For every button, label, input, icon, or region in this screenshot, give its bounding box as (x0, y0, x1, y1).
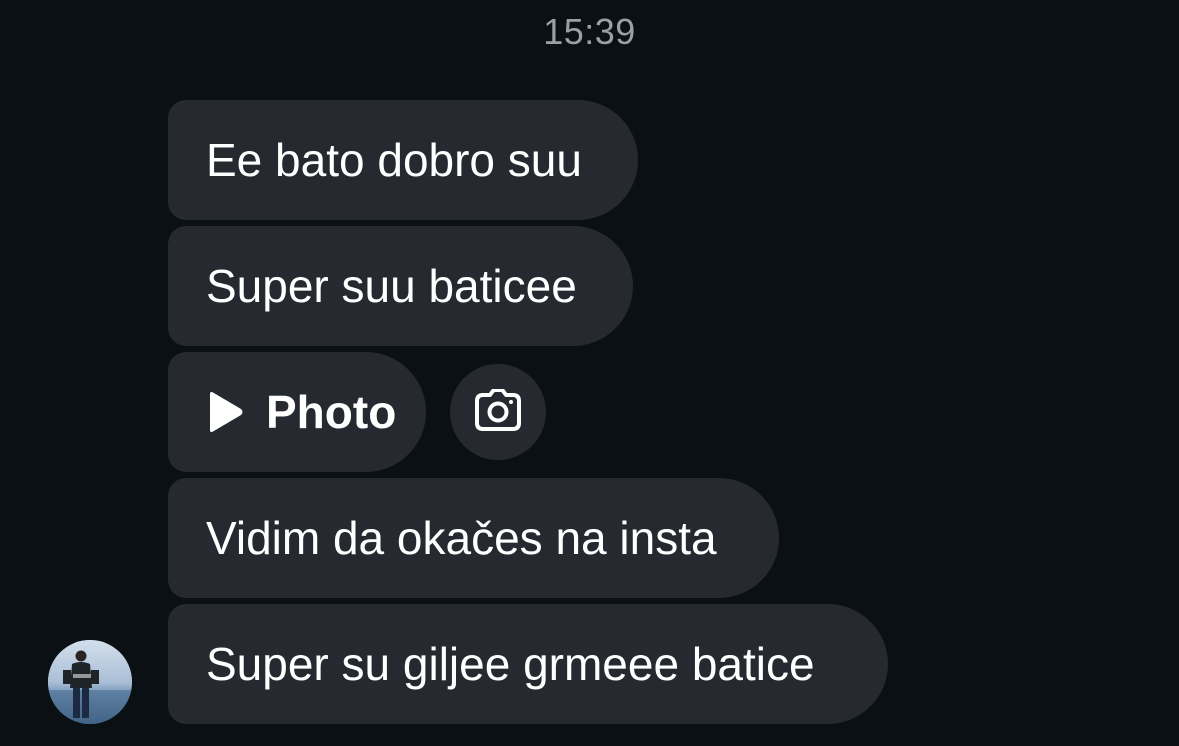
chat-thread: 15:39 Ee bato dobro suu Super suu batice… (0, 0, 1179, 746)
camera-icon (475, 387, 521, 436)
message-bubble[interactable]: Super su giljee grmeee batice (168, 604, 888, 724)
message-bubble[interactable]: Super suu baticee (168, 226, 633, 346)
message-text: Vidim da okačes na insta (206, 512, 717, 564)
play-icon (206, 391, 244, 433)
message-text: Super su giljee grmeee batice (206, 638, 815, 690)
photo-label: Photo (266, 386, 397, 438)
message-bubble[interactable]: Ee bato dobro suu (168, 100, 638, 220)
message-bubble[interactable]: Vidim da okačes na insta (168, 478, 779, 598)
photo-message-bubble[interactable]: Photo (168, 352, 426, 472)
message-timestamp: 15:39 (543, 11, 636, 52)
message-text: Ee bato dobro suu (206, 134, 582, 186)
sender-avatar[interactable] (48, 640, 132, 724)
camera-reply-button[interactable] (450, 364, 546, 460)
message-text: Super suu baticee (206, 260, 577, 312)
